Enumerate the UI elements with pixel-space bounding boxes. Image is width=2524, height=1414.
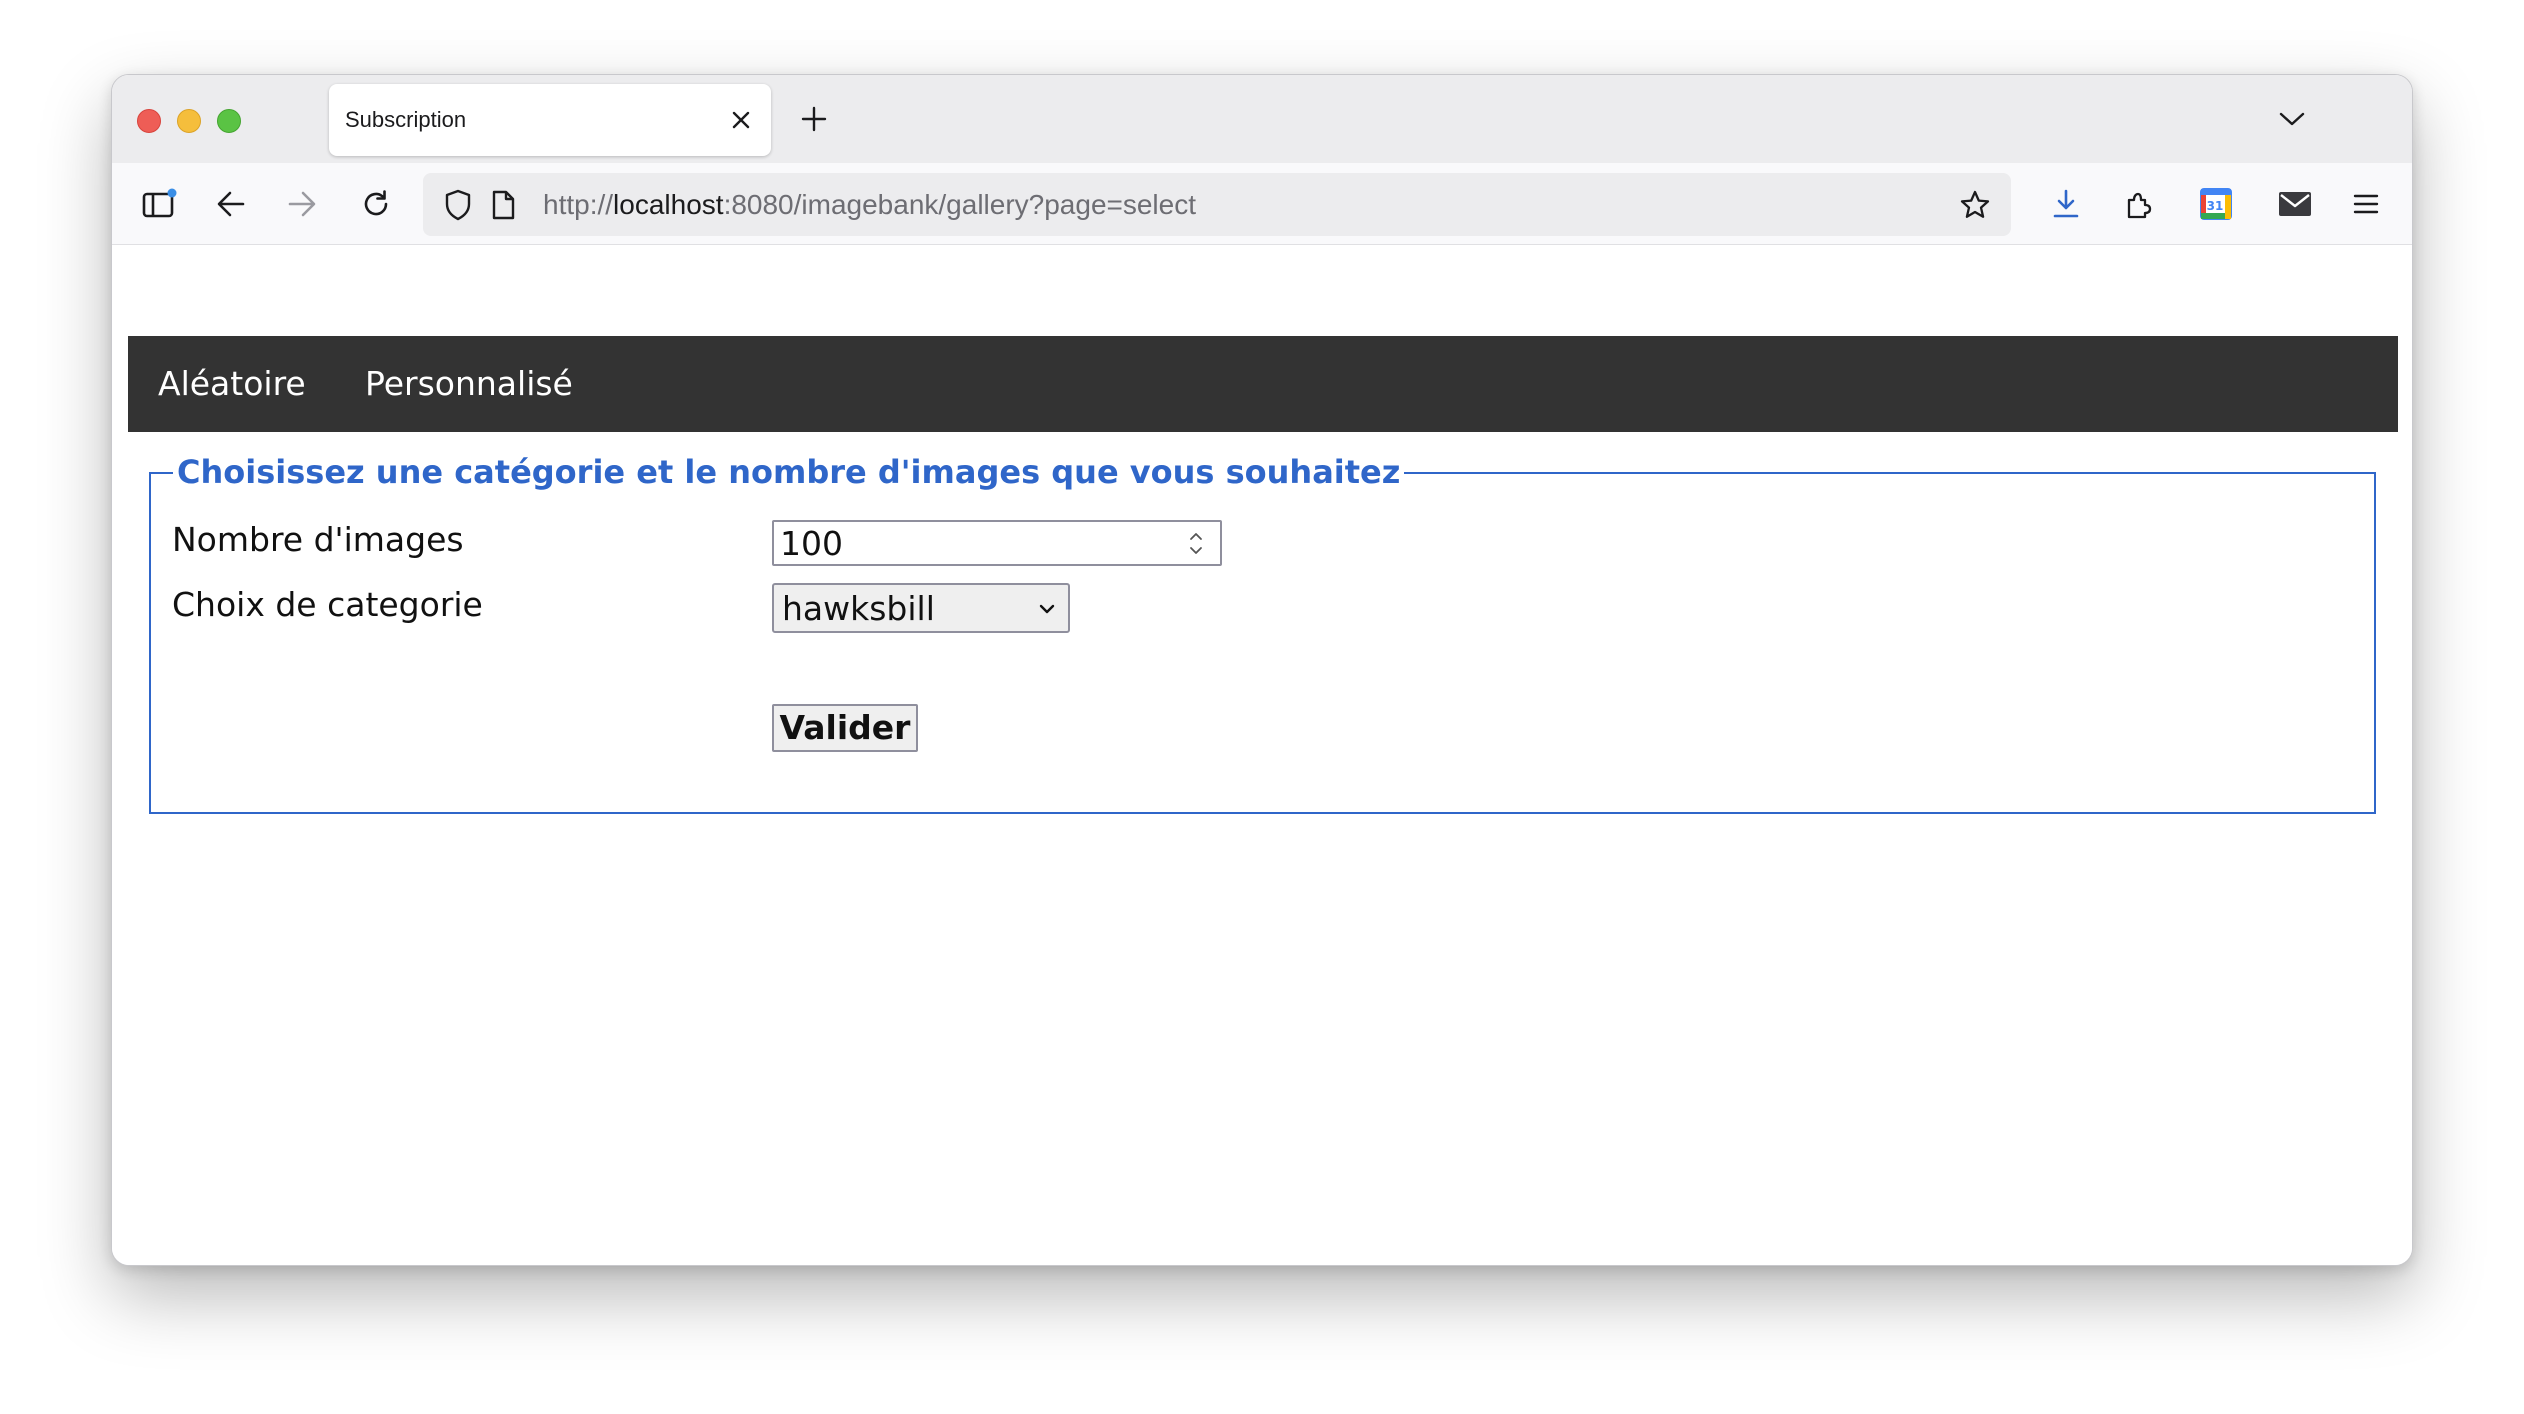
url-scheme: http:// xyxy=(543,189,614,220)
reload-icon[interactable] xyxy=(354,182,398,226)
tab-bar: Subscription xyxy=(112,75,2412,163)
url-path: :8080/imagebank/gallery?page=select xyxy=(723,189,1197,220)
desktop: Subscription http://localhost:8080/image… xyxy=(0,0,2524,1414)
fieldset-legend: Choisissez une catégorie et le nombre d'… xyxy=(173,450,1405,494)
spinner-icon[interactable] xyxy=(1184,525,1208,561)
image-count-label: Nombre d'images xyxy=(172,520,464,559)
svg-text:31: 31 xyxy=(2207,199,2224,213)
image-count-input[interactable]: 100 xyxy=(772,520,1222,566)
category-select[interactable]: hawksbill xyxy=(772,583,1070,633)
sidebar-icon[interactable] xyxy=(137,182,181,226)
url-host: localhost xyxy=(613,189,724,220)
close-window-button[interactable] xyxy=(137,109,161,133)
url-text[interactable]: http://localhost:8080/imagebank/gallery?… xyxy=(543,173,1196,236)
page-content: Aléatoire Personnalisé Choisissez une ca… xyxy=(112,246,2412,1265)
nav-item-aleatoire[interactable]: Aléatoire xyxy=(158,336,306,432)
top-navigation: Aléatoire Personnalisé xyxy=(128,336,2398,432)
shield-icon[interactable] xyxy=(436,183,480,227)
mail-icon[interactable] xyxy=(2273,182,2317,226)
close-tab-icon[interactable] xyxy=(723,102,759,138)
submit-button[interactable]: Valider xyxy=(772,704,918,752)
image-count-value: 100 xyxy=(780,524,843,563)
new-tab-icon[interactable] xyxy=(796,101,832,137)
menu-icon[interactable] xyxy=(2344,182,2388,226)
category-selected-value: hawksbill xyxy=(782,589,935,628)
nav-item-personnalise[interactable]: Personnalisé xyxy=(365,336,573,432)
forward-arrow-icon[interactable] xyxy=(280,182,324,226)
page-icon[interactable] xyxy=(481,183,525,227)
browser-tab-active[interactable]: Subscription xyxy=(329,84,771,156)
extensions-icon[interactable] xyxy=(2117,182,2161,226)
chevron-down-icon[interactable] xyxy=(2274,101,2310,137)
address-bar[interactable]: http://localhost:8080/imagebank/gallery?… xyxy=(423,173,2011,236)
back-arrow-icon[interactable] xyxy=(209,182,253,226)
zoom-window-button[interactable] xyxy=(217,109,241,133)
selection-fieldset: Choisissez une catégorie et le nombre d'… xyxy=(149,450,2376,814)
navigation-bar: http://localhost:8080/imagebank/gallery?… xyxy=(112,163,2412,245)
bookmark-star-icon[interactable] xyxy=(1953,183,1997,227)
chevron-down-icon xyxy=(1036,598,1058,620)
minimize-window-button[interactable] xyxy=(177,109,201,133)
browser-window: Subscription http://localhost:8080/image… xyxy=(111,74,2413,1266)
calendar-icon[interactable]: 31 xyxy=(2194,182,2238,226)
tab-title: Subscription xyxy=(345,107,467,132)
download-icon[interactable] xyxy=(2044,182,2088,226)
category-label: Choix de categorie xyxy=(172,585,483,624)
